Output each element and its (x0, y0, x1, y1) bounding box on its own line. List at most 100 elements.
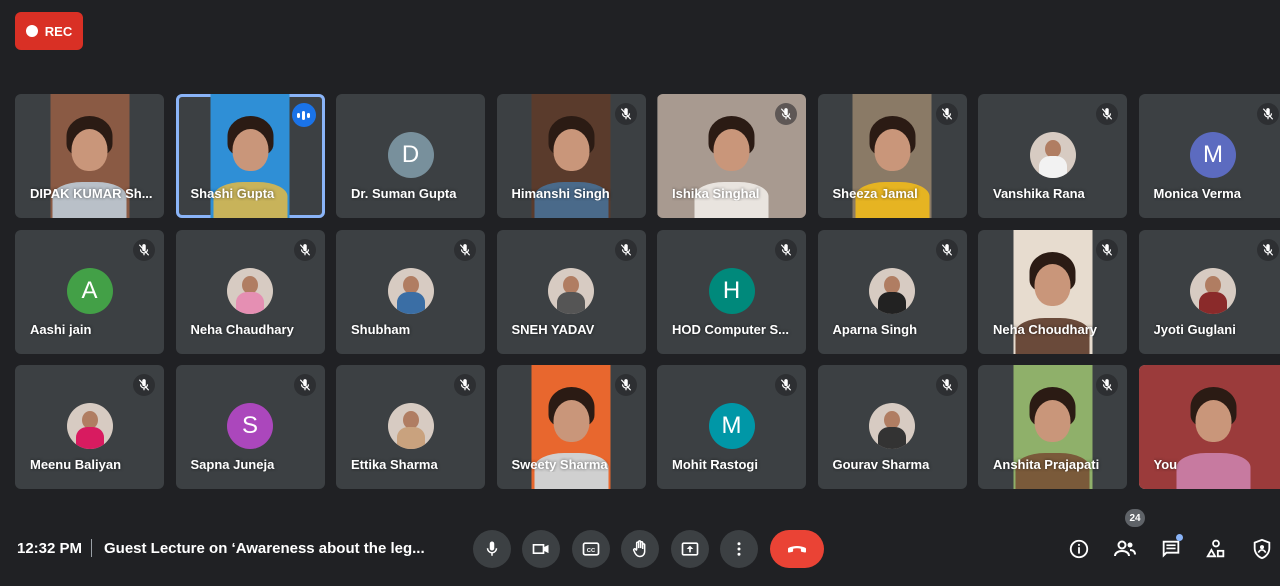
end-call-icon (788, 546, 806, 553)
mic-off-icon (133, 374, 155, 396)
participant-name: Himanshi Singh (511, 186, 610, 201)
participant-tile[interactable]: Ishika Singhal (657, 94, 806, 218)
mic-off-icon (133, 238, 155, 261)
participant-name: Meenu Baliyan (30, 457, 122, 472)
participant-tile[interactable]: Sheeza Jamal (817, 94, 967, 218)
participant-name: DIPAK KUMAR Sh... (30, 186, 153, 201)
participant-tile[interactable]: DIPAK KUMAR Sh... (15, 94, 164, 218)
camera-icon (532, 544, 549, 554)
mic-off-icon (935, 103, 958, 125)
bottom-bar: 12:32 PM Guest Lecture on ‘Awareness abo… (0, 509, 1280, 586)
avatar (869, 403, 915, 449)
mic-off-icon (1096, 238, 1118, 261)
end-call-button[interactable] (770, 530, 824, 568)
people-button[interactable] (1108, 532, 1142, 566)
participant-name: Aashi jain (30, 321, 92, 337)
activities-button[interactable] (1199, 532, 1233, 566)
mic-off-icon (1096, 103, 1118, 125)
avatar (66, 403, 113, 449)
participant-tile[interactable]: Neha Chaudhary (175, 229, 325, 354)
participant-name: Anshita Prajapati (993, 457, 1100, 472)
mic-icon (486, 541, 498, 556)
participant-tile[interactable]: Ettika Sharma (336, 365, 485, 489)
host-controls-button[interactable] (1245, 532, 1279, 566)
participant-name: Neha Chaudhary (190, 321, 294, 337)
participant-tile[interactable]: Sweety Sharma (496, 365, 646, 489)
participant-tile[interactable]: H HOD Computer S... (657, 229, 806, 354)
participant-tile[interactable]: Aparna Singh (817, 229, 967, 354)
mic-off-icon (775, 238, 797, 261)
participant-tile[interactable]: Gourav Sharma (817, 365, 967, 489)
participant-name: You (1153, 457, 1178, 472)
participant-tile[interactable]: Neha Choudhary (978, 229, 1127, 354)
recording-label: REC (44, 23, 73, 39)
camera-button[interactable] (522, 530, 560, 568)
avatar (548, 267, 594, 314)
participant-tile[interactable]: SNEH YADAV (496, 229, 646, 354)
participant-name: HOD Computer S... (672, 321, 790, 337)
participant-tile[interactable]: You (1138, 365, 1280, 489)
avatar (387, 267, 434, 314)
participant-name: Ettika Sharma (351, 457, 438, 472)
mic-off-icon (775, 374, 797, 396)
participant-grid: DIPAK KUMAR Sh... Shashi Gupta D Dr. Suman … (15, 94, 1280, 489)
present-button[interactable] (671, 530, 709, 568)
mic-off-icon (775, 103, 797, 125)
participant-tile[interactable]: Himanshi Singh (496, 94, 646, 218)
mic-off-icon (614, 374, 637, 396)
avatar: M (708, 403, 755, 449)
participant-name: Gourav Sharma (832, 457, 930, 472)
participant-name: Mohit Rastogi (672, 457, 758, 472)
captions-icon: CC (582, 542, 600, 556)
mic-off-icon (614, 103, 637, 125)
participant-tile[interactable]: Anshita Prajapati (978, 365, 1127, 489)
meeting-time: 12:32 PM (17, 540, 83, 557)
avatar: H (708, 267, 755, 314)
more-options-button[interactable] (720, 530, 758, 568)
avatar: S (227, 403, 273, 449)
participant-tile[interactable]: M Mohit Rastogi (657, 365, 806, 489)
participant-tile[interactable]: S Sapna Juneja (175, 365, 325, 489)
participant-tile[interactable]: Jyoti Guglani (1138, 229, 1280, 354)
avatar (227, 267, 273, 314)
participant-name: Monica Verma (1153, 186, 1241, 201)
participant-name: Aparna Singh (832, 321, 918, 337)
participant-tile[interactable]: Meenu Baliyan (15, 365, 164, 489)
mic-button[interactable] (473, 530, 511, 568)
participant-name: Shashi Gupta (190, 186, 275, 201)
mic-off-icon (614, 238, 637, 261)
participant-tile[interactable]: Shashi Gupta (175, 94, 325, 218)
participant-name: Ishika Singhal (672, 186, 760, 201)
participant-count-badge: 24 (1125, 509, 1145, 527)
participant-tile[interactable]: M Monica Verma (1138, 94, 1280, 218)
participant-tile[interactable]: D Dr. Suman Gupta (336, 94, 485, 218)
chat-icon (1162, 540, 1180, 558)
participant-tile[interactable]: Vanshika Rana (978, 94, 1127, 218)
meeting-title[interactable]: Guest Lecture on ‘Awareness about the le… (104, 540, 429, 557)
participant-name: Sheeza Jamal (832, 186, 918, 201)
participant-name: Sweety Sharma (511, 457, 608, 472)
mic-off-icon (1096, 374, 1118, 396)
recording-indicator: REC (15, 12, 83, 50)
speaking-indicator-icon (291, 103, 316, 127)
captions-button[interactable]: CC (572, 530, 610, 568)
people-icon (1114, 540, 1136, 557)
present-icon (681, 542, 699, 556)
avatar: D (387, 132, 434, 178)
divider (91, 539, 92, 557)
activities-icon (1206, 539, 1225, 558)
more-options-icon (737, 542, 741, 556)
meeting-details-button[interactable] (1062, 532, 1096, 566)
mic-off-icon (935, 238, 958, 261)
participant-tile[interactable]: Shubham (336, 229, 485, 354)
mic-off-icon (454, 238, 476, 261)
raise-hand-button[interactable] (621, 530, 659, 568)
participant-tile[interactable]: A Aashi jain (15, 229, 164, 354)
participant-name: Sapna Juneja (190, 457, 275, 472)
svg-text:CC: CC (587, 548, 596, 554)
participant-name: Shubham (351, 321, 411, 337)
avatar: M (1190, 132, 1236, 178)
raise-hand-icon (632, 540, 646, 558)
participant-name: Jyoti Guglani (1153, 321, 1236, 337)
mic-off-icon (1256, 103, 1279, 125)
